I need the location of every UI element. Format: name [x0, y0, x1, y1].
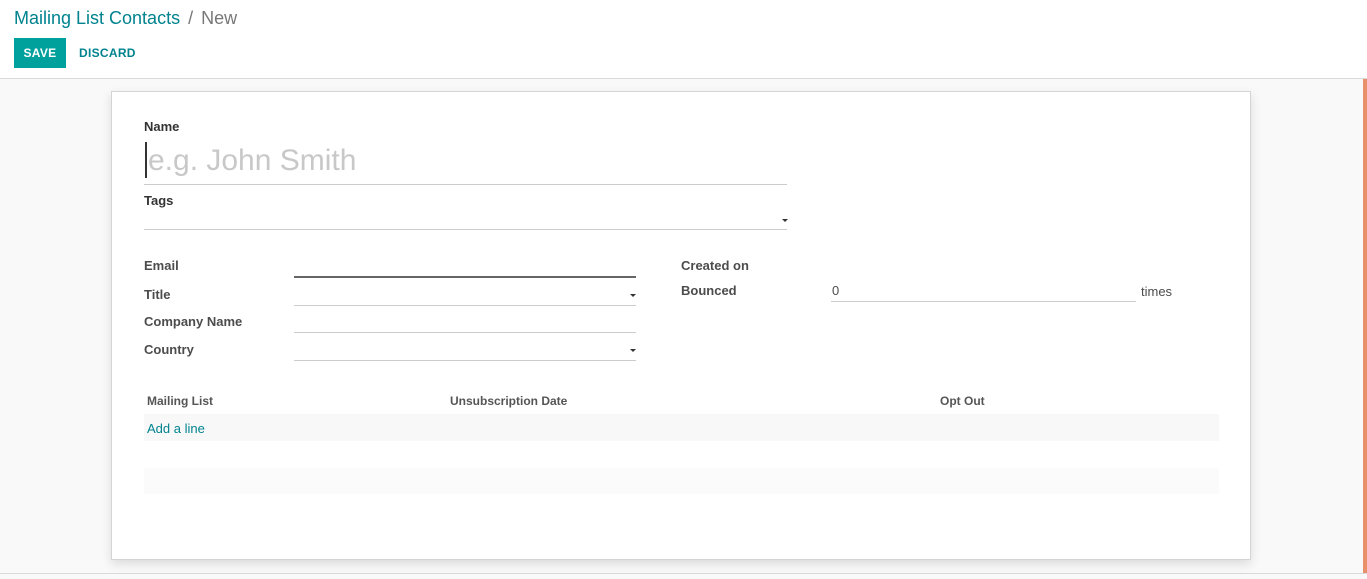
created-on-label: Created on: [681, 258, 749, 273]
name-placeholder: e.g. John Smith: [148, 144, 357, 177]
bounced-field[interactable]: 0: [831, 280, 1136, 302]
tags-label: Tags: [144, 193, 174, 208]
title-dropdown-caret-icon[interactable]: [630, 294, 636, 297]
column-header-mailing-list[interactable]: Mailing List: [147, 394, 213, 408]
text-cursor: [145, 142, 147, 178]
scrollbar-accent: [1363, 79, 1367, 573]
email-label: Email: [144, 258, 179, 273]
bounced-label: Bounced: [681, 283, 737, 298]
title-label: Title: [144, 287, 171, 302]
add-a-line-link[interactable]: Add a line: [147, 421, 205, 436]
company-name-label: Company Name: [144, 314, 243, 329]
country-dropdown-caret-icon[interactable]: [630, 349, 636, 352]
column-header-unsubscription-date[interactable]: Unsubscription Date: [450, 394, 567, 408]
breadcrumb-separator: /: [188, 8, 194, 28]
title-select[interactable]: [294, 284, 636, 306]
bounced-unit: times: [1141, 284, 1173, 299]
email-field[interactable]: [294, 256, 636, 278]
breadcrumb-current: New: [201, 8, 238, 28]
tags-input[interactable]: [144, 208, 787, 230]
control-panel: Mailing List Contacts / New SAVE DISCARD: [0, 0, 1367, 79]
breadcrumb-parent-link[interactable]: Mailing List Contacts: [14, 8, 180, 29]
company-name-field[interactable]: [294, 311, 636, 333]
tags-dropdown-caret-icon[interactable]: [782, 219, 788, 222]
bottom-divider: [0, 573, 1367, 574]
country-select[interactable]: [294, 339, 636, 361]
save-button[interactable]: SAVE: [14, 38, 66, 68]
name-label: Name: [144, 119, 180, 134]
column-header-opt-out[interactable]: Opt Out: [940, 394, 985, 408]
breadcrumb: Mailing List Contacts / New: [14, 8, 237, 29]
country-label: Country: [144, 342, 194, 357]
name-input[interactable]: e.g. John Smith: [144, 140, 787, 185]
bounced-value: 0: [832, 283, 840, 298]
form-sheet: Name e.g. John Smith Tags Email Title Co…: [111, 91, 1251, 560]
table-row-empty: [144, 468, 1219, 494]
discard-button[interactable]: DISCARD: [72, 38, 143, 68]
table-row: [144, 414, 1219, 441]
